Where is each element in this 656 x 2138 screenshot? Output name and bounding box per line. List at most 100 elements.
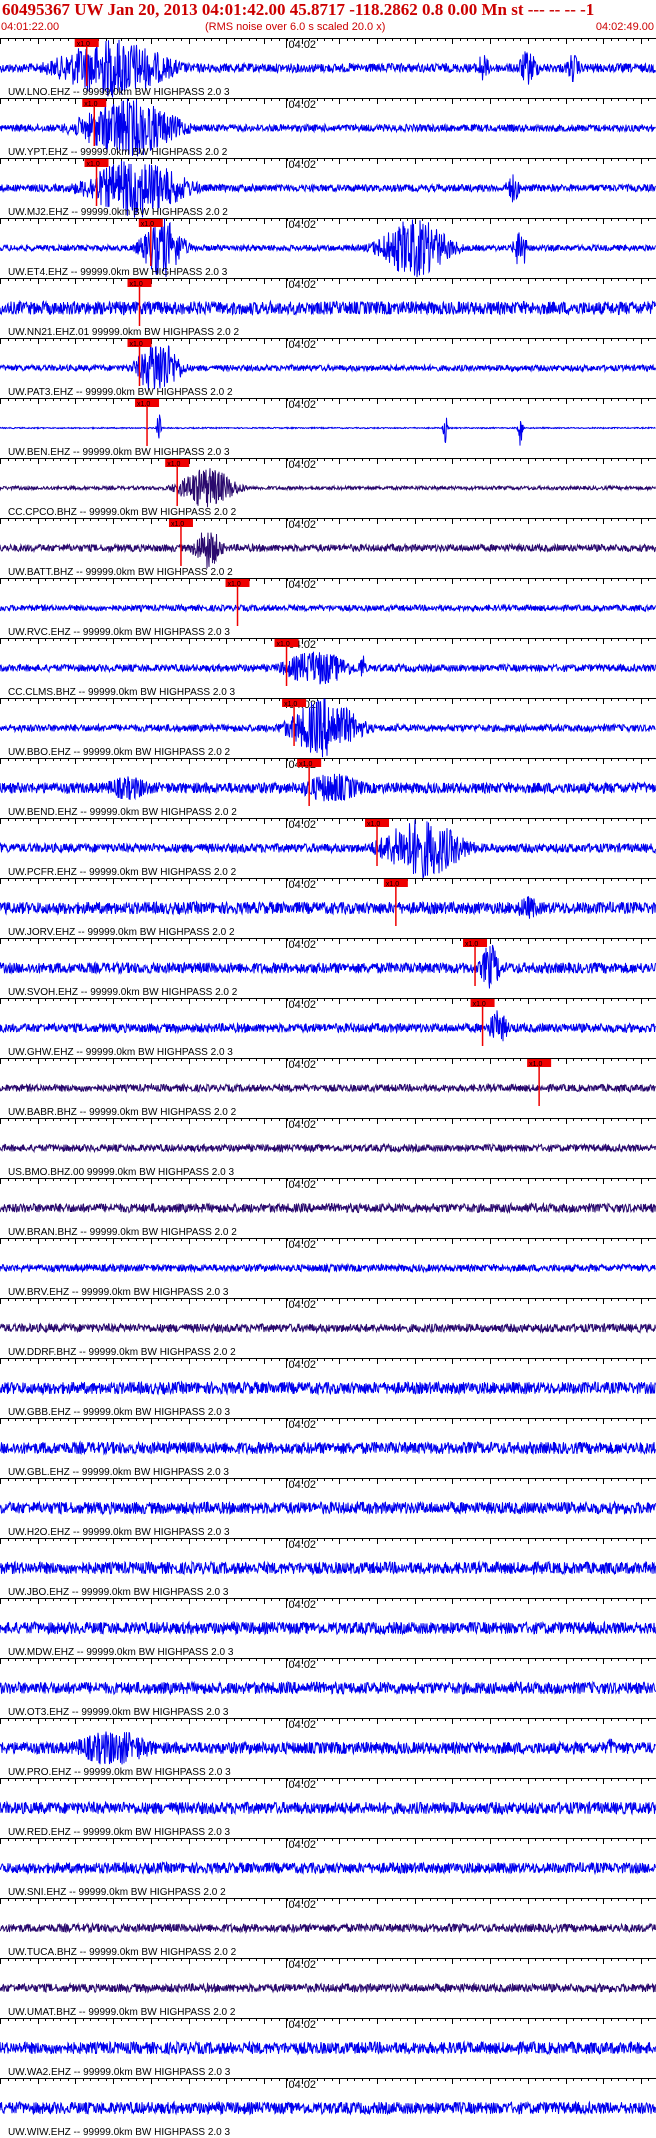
waveform [0,1142,656,1154]
trace-row: 04:02 UW.OT3.EHZ -- 99999.0km BW HIGHPASS… [0,1658,656,1718]
pick-label: x1.0 [129,341,142,348]
trace-label: UW.BEND.EHZ -- 99999.0km BW HIGHPASS 2.0… [8,807,237,818]
waveform [0,1082,656,1094]
waveform [0,1010,656,1042]
trace-row: 04:02 x1.0 UW.PCFR.EHZ -- 99999.0km BW HIG… [0,818,656,880]
trace-row: 04:02 x1.0 UW.SVOH.EHZ -- 99999.0km BW HIG… [0,938,656,998]
trace-row: 04:02 UW.MDW.EHZ -- 99999.0km BW HIGHPASS… [0,1598,656,1658]
trace-row: 04:02 x1.0 UW.LNO.EHZ -- 99999.0km BW HIGH… [0,38,656,98]
waveform [0,1680,656,1696]
time-marker-label: 04:02 [289,279,317,291]
pick-label: x1.0 [77,41,90,48]
waveform [0,468,656,508]
waveform [0,2100,656,2116]
trace-label: UW.YPT.EHZ -- 99999.0km BW HIGHPASS 2.0 … [8,147,228,158]
trace-row: 04:02 x1.0 UW.ET4.EHZ -- 99999.0km BW HIGH… [0,218,656,278]
pick-label: x1.0 [141,221,154,228]
waveform [0,944,656,989]
trace-label: UW.RED.EHZ -- 99999.0km BW HIGHPASS 2.0 … [8,1827,231,1838]
trace-row: 04:02 x1.0 UW.JORV.EHZ -- 99999.0km BW HIG… [0,878,656,938]
pick-label: x1.0 [129,281,142,288]
trace-label: UW.JBO.EHZ -- 99999.0km BW HIGHPASS 2.0 … [8,1587,229,1598]
trace-label: UW.BBO.EHZ -- 99999.0km BW HIGHPASS 2.0 … [8,747,231,758]
start-time-label: 04:01:22.00 [1,21,60,33]
end-time-label: 04:02:49.00 [595,21,654,33]
trace-row: 04:02 UW.BRV.EHZ -- 99999.0km BW HIGHPASS… [0,1238,656,1298]
time-marker-label: 04:02 [289,939,317,951]
trace-label: UW.WA2.EHZ -- 99999.0km BW HIGHPASS 2.0 … [8,2067,231,2078]
trace-label: UW.BEN.EHZ -- 99999.0km BW HIGHPASS 2.0 … [8,447,230,458]
waveform [0,342,656,390]
trace-row: 04:02 UW.GBB.EHZ -- 99999.0km BW HIGHPASS… [0,1358,656,1418]
pick-label: x1.0 [84,101,97,108]
trace-row: 04:02 UW.PRO.EHZ -- 99999.0km BW HIGHPASS… [0,1718,656,1778]
trace-label: UW.GBL.EHZ -- 99999.0km BW HIGHPASS 2.0 … [8,1467,229,1478]
time-marker-label: 04:02 [289,1779,317,1791]
time-marker-label: 04:02 [289,159,317,171]
pick-label: x1.0 [529,1061,542,1068]
trace-row: 04:02 UW.UMAT.BHZ -- 99999.0km BW HIGHPAS… [0,1958,656,2018]
waveform [0,1380,656,1396]
time-marker-label: 04:02 [289,1719,317,1731]
trace-row: 04:02 x1.0 UW.NN21.EHZ.01 99999.0km BW HIG… [0,278,656,338]
waveform [0,1981,656,1994]
time-marker-label: 04:02 [289,1419,317,1431]
time-marker-label: 04:02 [289,39,317,51]
event-title: 60495367 UW Jan 20, 2013 04:01:42.00 45.… [2,0,595,19]
trace-label: UW.ET4.EHZ -- 99999.0km BW HIGHPASS 2.0 … [8,267,228,278]
pick-label: x1.0 [167,461,180,468]
trace-row: 04:02 UW.SNI.EHZ -- 99999.0km BW HIGHPASS… [0,1838,656,1898]
trace-label: UW.SNI.EHZ -- 99999.0km BW HIGHPASS 2.0 … [8,1887,226,1898]
pick-label: x1.0 [171,521,184,528]
time-marker-label: 04:02 [289,1959,317,1971]
waveform [0,773,656,802]
time-marker-label: 04:02 [289,1059,317,1071]
waveform [0,651,656,685]
pick-label: x1.0 [299,761,312,768]
seismogram-plot: 04:02 x1.0 UW.LNO.EHZ -- 99999.0km BW HIGH… [0,38,656,2138]
pick-label: x1.0 [367,821,380,828]
trace-row: 04:02 UW.RED.EHZ -- 99999.0km BW HIGHPASS… [0,1778,656,1838]
time-marker-label: 04:02 [289,2079,317,2091]
time-marker-label: 04:02 [289,2019,317,2031]
time-marker-label: 04:02 [289,219,317,231]
trace-row: 04:02 US.BMO.BHZ.00 99999.0km BW HIGHPASS… [0,1118,656,1178]
time-marker-label: 04:02 [289,99,317,111]
trace-row: 04:02x1.0CC.CLMS.BHZ -- 99999.0km BW HIG… [0,638,656,698]
trace-row: 04:02x1.0UW.BEND.EHZ -- 99999.0km BW HIG… [0,758,656,818]
waveform [0,1800,656,1816]
trace-label: UW.JORV.EHZ -- 99999.0km BW HIGHPASS 2.0… [8,927,235,938]
trace-label: UW.WIW.EHZ -- 99999.0km BW HIGHPASS 2.0 … [8,2127,231,2138]
pick-label: x1.0 [284,701,297,708]
plot-header: 60495367 UW Jan 20, 2013 04:01:42.00 45.… [0,0,656,38]
trace-row: 04:02 UW.WIW.EHZ -- 99999.0km BW HIGHPASS… [0,2078,656,2138]
trace-row: 04:02 x1.0 CC.CPCO.BHZ -- 99999.0km BW HIG… [0,458,656,518]
waveform [0,1201,656,1214]
trace-row: 04:02 UW.DDRF.BHZ -- 99999.0km BW HIGHPAS… [0,1298,656,1358]
trace-row: 04:02 UW.WA2.EHZ -- 99999.0km BW HIGHPASS… [0,2018,656,2078]
time-marker-label: 04:02 [289,999,317,1011]
waveform [0,1860,656,1876]
waveform [0,1262,656,1274]
trace-label: UW.BRAN.BHZ -- 99999.0km BW HIGHPASS 2.0… [8,1227,237,1238]
trace-row: 04:02 x1.0 UW.PAT3.EHZ -- 99999.0km BW HIG… [0,338,656,398]
time-marker-label: 04:02 [289,1659,317,1671]
time-marker-label: 04:02 [289,399,317,411]
trace-label: UW.GBB.EHZ -- 99999.0km BW HIGHPASS 2.0 … [8,1407,231,1418]
time-marker-label: 04:02 [289,879,317,891]
trace-label: UW.BATT.BHZ -- 99999.0km BW HIGHPASS 2.0… [8,567,233,578]
waveform [0,532,656,569]
trace-label: UW.MJ2.EHZ -- 99999.0km BW HIGHPASS 2.0 … [8,207,228,218]
time-marker-label: 04:02 [289,1299,317,1311]
pick-label: x1.0 [228,581,241,588]
trace-row: 04:02 UW.JBO.EHZ -- 99999.0km BW HIGHPASS… [0,1538,656,1598]
waveform [0,1322,656,1334]
trace-label: UW.OT3.EHZ -- 99999.0km BW HIGHPASS 2.0 … [8,1707,229,1718]
pick-label: x1.0 [87,161,100,168]
trace-label: US.BMO.BHZ.00 99999.0km BW HIGHPASS 2.0 … [8,1167,234,1178]
time-marker-label: 04:02 [289,1359,317,1371]
trace-row: 04:02 x1.0 UW.YPT.EHZ -- 99999.0km BW HIGH… [0,98,656,158]
trace-label: UW.DDRF.BHZ -- 99999.0km BW HIGHPASS 2.0… [8,1347,236,1358]
waveform [0,299,656,317]
trace-row: 04:02 x1.0 UW.BATT.BHZ -- 99999.0km BW HIG… [0,518,656,578]
